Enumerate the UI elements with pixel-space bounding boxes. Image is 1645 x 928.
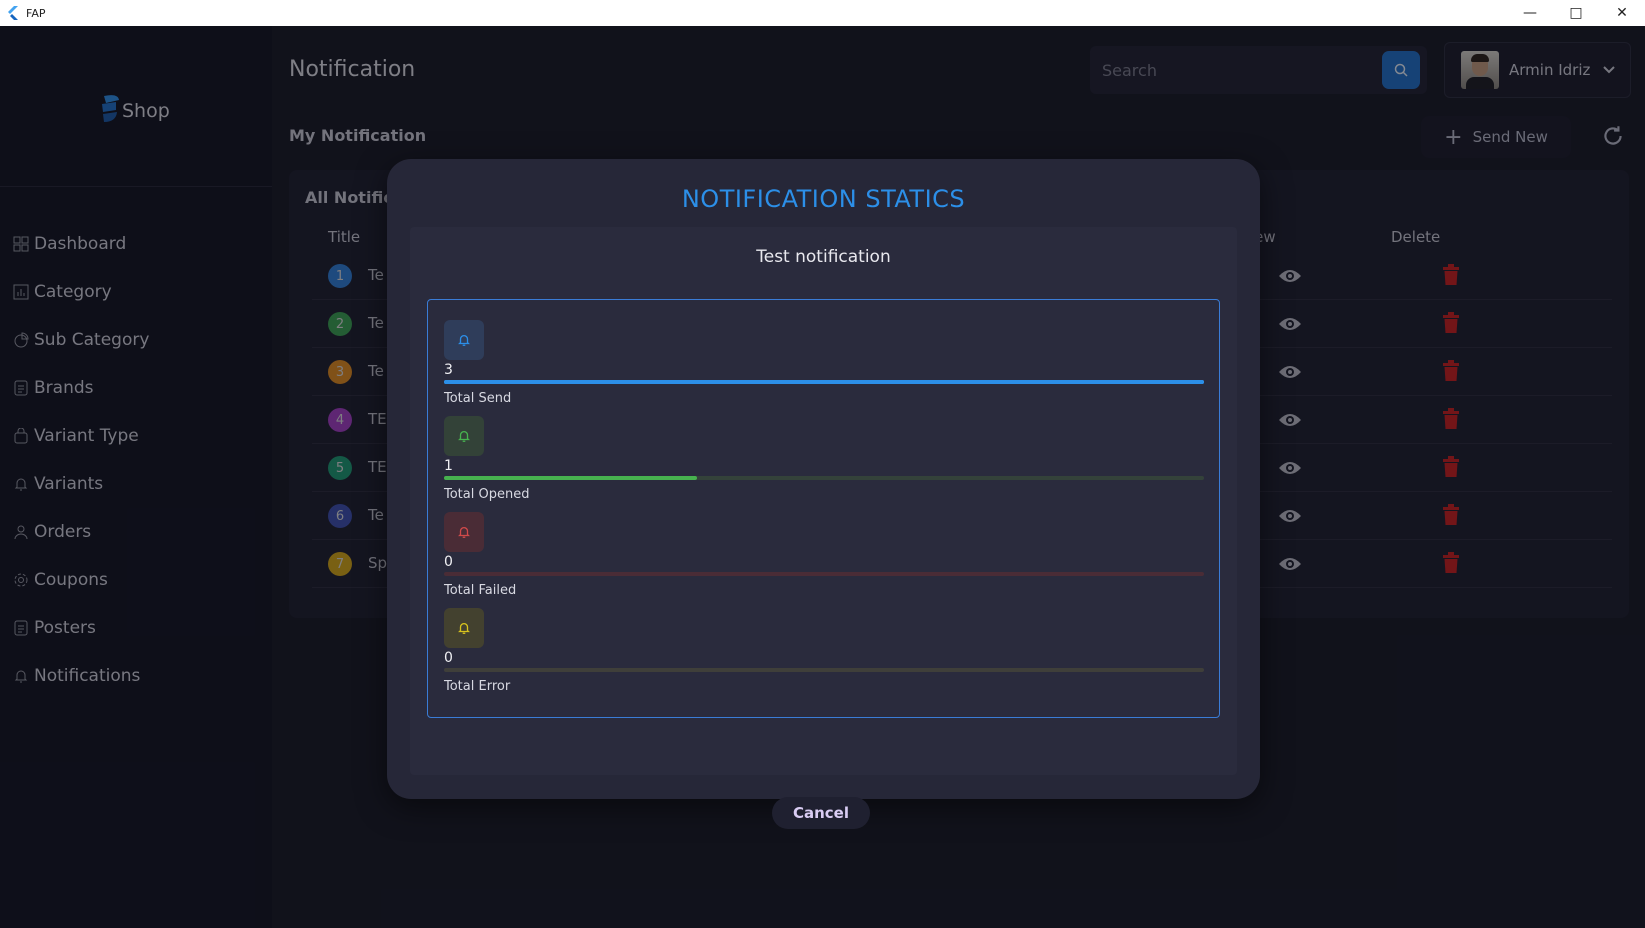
maximize-button[interactable]: □ xyxy=(1553,0,1599,26)
bell-icon xyxy=(444,320,484,360)
stat-value: 0 xyxy=(444,650,453,666)
stat-progress-fill xyxy=(444,380,1204,384)
stat-label: Total Opened xyxy=(444,487,530,502)
close-window-button[interactable]: ✕ xyxy=(1599,0,1645,26)
stat-value: 3 xyxy=(444,362,453,378)
cancel-button[interactable]: Cancel xyxy=(772,797,870,829)
stat-progress-track xyxy=(444,668,1204,672)
minimize-button[interactable]: — xyxy=(1507,0,1553,26)
window-title: FAP xyxy=(26,6,46,20)
bell-icon xyxy=(444,416,484,456)
stat-progress-track xyxy=(444,380,1204,384)
window-titlebar: FAP — □ ✕ xyxy=(0,0,1645,26)
stat-value: 1 xyxy=(444,458,453,474)
stat-value: 0 xyxy=(444,554,453,570)
stats-box: 3 Total Send 1 Total Opened 0 Total Failed 0 To… xyxy=(427,299,1220,718)
dialog-title: NOTIFICATION STATICS xyxy=(681,185,966,213)
stat-item: 0 Total Failed xyxy=(444,512,1204,608)
app-logo-icon xyxy=(8,6,18,20)
bell-icon xyxy=(444,608,484,648)
stat-progress-track xyxy=(444,572,1204,576)
stat-item: 0 Total Error xyxy=(444,608,1204,704)
bell-icon xyxy=(444,512,484,552)
stat-item: 3 Total Send xyxy=(444,320,1204,416)
notification-title: Test notification xyxy=(756,247,891,267)
dialog-body: Test notification 3 Total Send 1 Total Open… xyxy=(410,227,1237,829)
stat-label: Total Failed xyxy=(444,583,517,598)
stat-label: Total Send xyxy=(444,391,512,406)
stat-item: 1 Total Opened xyxy=(444,416,1204,512)
notification-statics-dialog: NOTIFICATION STATICS Test notification 3… xyxy=(387,159,1260,829)
stat-label: Total Error xyxy=(444,679,511,694)
stat-progress-fill xyxy=(444,476,698,480)
stat-progress-track xyxy=(444,476,1204,480)
